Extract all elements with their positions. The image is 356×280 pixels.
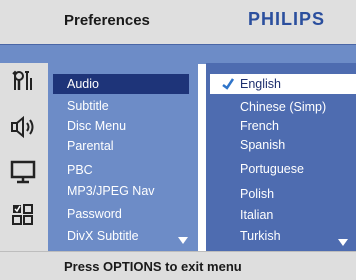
option-french[interactable]: French xyxy=(210,116,356,136)
speaker-audio-icon[interactable] xyxy=(10,115,36,139)
checkmark-icon xyxy=(222,78,234,90)
brand-logo: PHILIPS xyxy=(248,9,326,29)
category-icon-bar xyxy=(0,63,48,251)
option-turkish[interactable]: Turkish xyxy=(210,226,356,246)
menu-item-audio[interactable]: Audio xyxy=(53,74,189,94)
menu-item-password[interactable]: Password xyxy=(53,204,189,224)
menu-item-mp3-jpeg-nav[interactable]: MP3/JPEG Nav xyxy=(53,181,189,201)
option-polish[interactable]: Polish xyxy=(210,184,356,204)
page-title: Preferences xyxy=(64,12,150,29)
preferences-grid-icon[interactable] xyxy=(10,203,36,227)
menu-item-pbc[interactable]: PBC xyxy=(53,160,189,180)
option-chinese-simp[interactable]: Chinese (Simp) xyxy=(210,97,356,117)
language-options-list: English Chinese (Simp) French Spanish Po… xyxy=(206,63,356,251)
scroll-down-arrow-icon[interactable] xyxy=(178,237,188,244)
option-portuguese[interactable]: Portuguese xyxy=(210,159,356,179)
menu-item-parental[interactable]: Parental xyxy=(53,136,189,156)
monitor-video-icon[interactable] xyxy=(10,160,36,184)
menu-item-subtitle[interactable]: Subtitle xyxy=(53,96,189,116)
settings-tools-icon[interactable] xyxy=(10,69,36,93)
top-band xyxy=(0,44,356,64)
footer-bar: Press OPTIONS to exit menu xyxy=(0,251,356,280)
option-spanish[interactable]: Spanish xyxy=(210,135,356,155)
scroll-down-arrow-icon[interactable] xyxy=(338,239,348,246)
option-italian[interactable]: Italian xyxy=(210,205,356,225)
menu-item-disc-menu[interactable]: Disc Menu xyxy=(53,116,189,136)
settings-menu: Audio Subtitle Disc Menu Parental PBC MP… xyxy=(48,63,198,251)
option-english[interactable]: English xyxy=(210,74,356,94)
menu-item-divx-subtitle[interactable]: DivX Subtitle xyxy=(53,226,189,246)
header-bar: Preferences PHILIPS xyxy=(0,0,356,44)
footer-hint: Press OPTIONS to exit menu xyxy=(64,259,242,274)
preferences-osd: Preferences PHILIPS Audio Subtitle Disc … xyxy=(0,0,356,280)
